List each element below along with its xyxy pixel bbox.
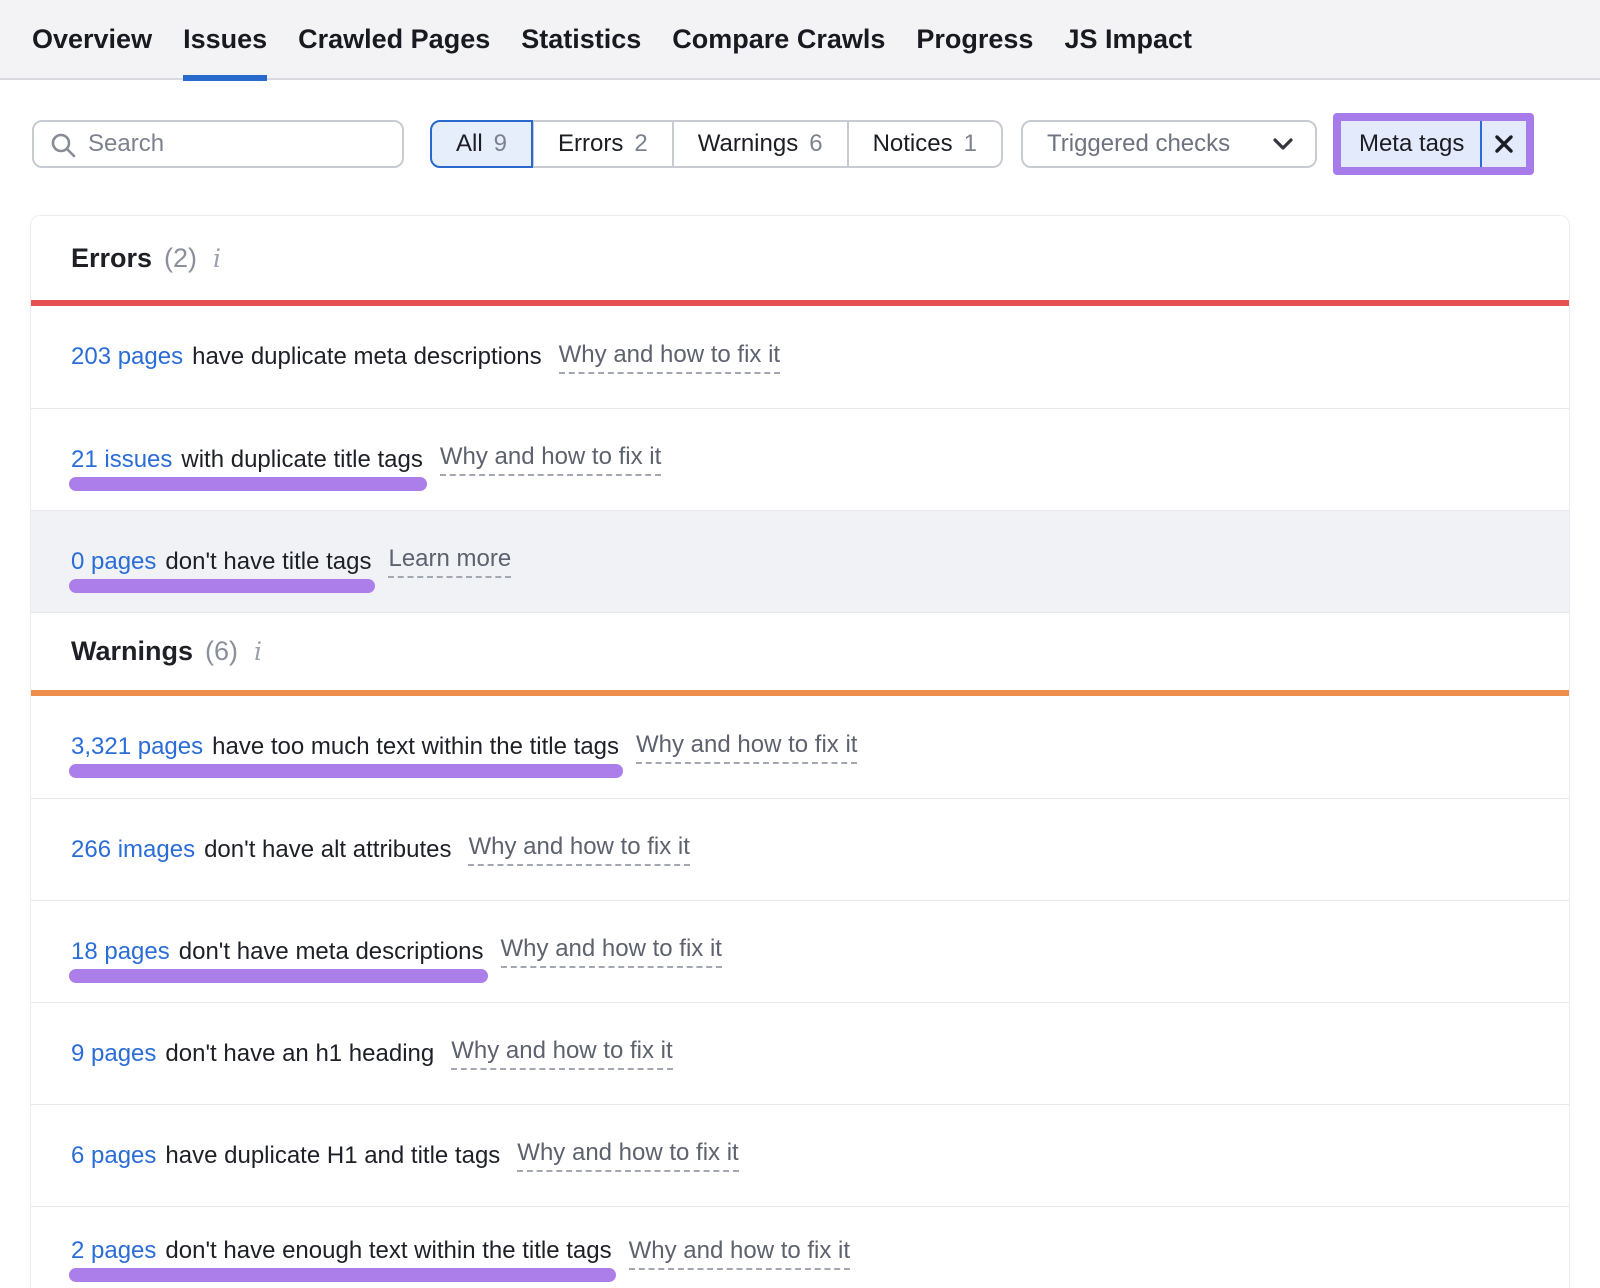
learn-more-link[interactable]: Learn more (388, 545, 511, 578)
annotation-highlight-box: Meta tags (1333, 113, 1534, 175)
issue-sentence: 6 pages have duplicate H1 and title tags (71, 1142, 500, 1170)
tab-issues[interactable]: Issues (183, 0, 267, 79)
triggered-checks-label: Triggered checks (1047, 130, 1230, 158)
filter-warnings[interactable]: Warnings 6 (673, 120, 848, 168)
top-nav: Overview Issues Crawled Pages Statistics… (0, 0, 1600, 80)
issue-row: 18 pages don't have meta descriptions Wh… (31, 900, 1569, 1002)
why-fix-link[interactable]: Why and how to fix it (517, 1139, 738, 1172)
issue-text: don't have enough text within the title … (165, 1237, 611, 1265)
why-fix-link[interactable]: Why and how to fix it (559, 341, 780, 374)
issue-row: 3,321 pages have too much text within th… (31, 696, 1569, 798)
issue-count-link[interactable]: 21 issues (71, 446, 172, 474)
why-fix-link[interactable]: Why and how to fix it (468, 833, 689, 866)
issue-text: have duplicate meta descriptions (192, 343, 542, 371)
issue-count-link[interactable]: 0 pages (71, 548, 156, 576)
issue-count-link[interactable]: 6 pages (71, 1142, 156, 1170)
severity-filter-group: All 9 Errors 2 Warnings 6 Notices 1 (430, 120, 1003, 168)
filter-all[interactable]: All 9 (430, 120, 533, 168)
tab-overview[interactable]: Overview (32, 0, 152, 79)
why-fix-link[interactable]: Why and how to fix it (451, 1037, 672, 1070)
tab-crawled-pages[interactable]: Crawled Pages (298, 0, 490, 79)
issue-text: don't have title tags (165, 548, 371, 576)
filter-errors-count: 2 (634, 130, 647, 158)
issue-count-link[interactable]: 3,321 pages (71, 733, 203, 761)
issue-sentence: 203 pages have duplicate meta descriptio… (71, 343, 542, 371)
issue-row: 2 pages don't have enough text within th… (31, 1206, 1569, 1288)
issue-text: don't have alt attributes (204, 836, 451, 864)
tab-progress[interactable]: Progress (916, 0, 1033, 79)
active-filter-chip: Meta tags (1341, 121, 1526, 167)
filter-all-count: 9 (494, 130, 507, 158)
issue-count-link[interactable]: 203 pages (71, 343, 183, 371)
issue-row: 6 pages have duplicate H1 and title tags… (31, 1104, 1569, 1206)
info-icon[interactable]: i (209, 244, 225, 273)
close-icon (1493, 133, 1515, 155)
issue-sentence-highlighted: 18 pages don't have meta descriptions (71, 938, 484, 966)
issue-text: with duplicate title tags (181, 446, 422, 474)
issue-sentence: 9 pages don't have an h1 heading (71, 1040, 434, 1068)
issue-row: 9 pages don't have an h1 heading Why and… (31, 1002, 1569, 1104)
issue-row: 203 pages have duplicate meta descriptio… (31, 306, 1569, 408)
issue-text: have too much text within the title tags (212, 733, 619, 761)
triggered-checks-dropdown[interactable]: Triggered checks (1021, 120, 1317, 168)
filter-warnings-label: Warnings (698, 130, 798, 158)
issue-row: 21 issues with duplicate title tags Why … (31, 408, 1569, 510)
warnings-section-title: Warnings (71, 636, 193, 667)
tab-js-impact[interactable]: JS Impact (1064, 0, 1192, 79)
why-fix-link[interactable]: Why and how to fix it (636, 731, 857, 764)
filter-all-label: All (456, 130, 483, 158)
issue-row: 0 pages don't have title tags Learn more (31, 510, 1569, 612)
warnings-section-count: (6) (205, 636, 238, 667)
why-fix-link[interactable]: Why and how to fix it (501, 935, 722, 968)
issue-text: don't have meta descriptions (179, 938, 484, 966)
issues-toolbar: All 9 Errors 2 Warnings 6 Notices 1 Trig… (0, 113, 1600, 175)
search-box (32, 120, 404, 168)
issue-count-link[interactable]: 2 pages (71, 1237, 156, 1265)
why-fix-link[interactable]: Why and how to fix it (629, 1237, 850, 1270)
filter-errors[interactable]: Errors 2 (533, 120, 673, 168)
issue-sentence-highlighted: 2 pages don't have enough text within th… (71, 1237, 612, 1265)
search-icon (50, 132, 76, 158)
search-input[interactable] (32, 120, 404, 168)
chip-close-button[interactable] (1482, 121, 1526, 167)
issue-text: have duplicate H1 and title tags (165, 1142, 500, 1170)
chevron-down-icon (1271, 136, 1295, 152)
issue-sentence-highlighted: 21 issues with duplicate title tags (71, 446, 423, 474)
filter-notices-count: 1 (964, 130, 977, 158)
issue-count-link[interactable]: 18 pages (71, 938, 170, 966)
why-fix-link[interactable]: Why and how to fix it (440, 443, 661, 476)
issue-text: don't have an h1 heading (165, 1040, 434, 1068)
filter-errors-label: Errors (558, 130, 623, 158)
filter-notices-label: Notices (873, 130, 953, 158)
issue-row: 266 images don't have alt attributes Why… (31, 798, 1569, 900)
issue-count-link[interactable]: 9 pages (71, 1040, 156, 1068)
filter-notices[interactable]: Notices 1 (848, 120, 1003, 168)
filter-warnings-count: 6 (809, 130, 822, 158)
issue-count-link[interactable]: 266 images (71, 836, 195, 864)
issue-sentence: 266 images don't have alt attributes (71, 836, 451, 864)
info-icon[interactable]: i (250, 637, 266, 666)
issues-card: Errors (2) i 203 pages have duplicate me… (30, 215, 1570, 1288)
errors-section-header: Errors (2) i (31, 216, 1569, 300)
warnings-section-header: Warnings (6) i (31, 612, 1569, 690)
errors-section-count: (2) (164, 243, 197, 274)
issue-sentence-highlighted: 3,321 pages have too much text within th… (71, 733, 619, 761)
active-filter-chip-label: Meta tags (1341, 121, 1480, 167)
tab-statistics[interactable]: Statistics (521, 0, 641, 79)
issue-sentence-highlighted: 0 pages don't have title tags (71, 548, 371, 576)
errors-section-title: Errors (71, 243, 152, 274)
tab-compare-crawls[interactable]: Compare Crawls (672, 0, 885, 79)
